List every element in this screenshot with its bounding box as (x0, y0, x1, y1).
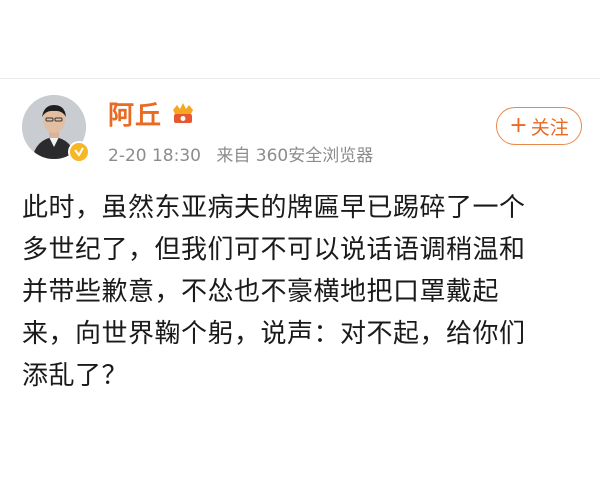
verified-badge-icon (68, 141, 90, 163)
top-divider (0, 78, 600, 79)
plus-icon: + (509, 113, 528, 138)
content-line: 添乱了？ (22, 361, 129, 391)
author-row: 阿丘 (108, 95, 196, 131)
post-meta: 2-20 18:30 来自 360安全浏览器 (108, 141, 383, 166)
avatar[interactable] (22, 95, 90, 163)
follow-button[interactable]: + 关注 (496, 107, 582, 145)
content-line: 来，向世界鞠个躬，说声：对不起，给你们 (22, 319, 526, 349)
weibo-post: 阿丘 2-20 18:30 来自 360安全浏览器 + 关注 此时，虽然东亚病夫… (22, 95, 582, 475)
vip-crown-icon[interactable] (170, 101, 196, 125)
content-line: 此时，虽然东亚病夫的牌匾早已踢碎了一个 (22, 193, 526, 223)
post-source: 来自 360安全浏览器 (216, 146, 374, 166)
content-line: 多世纪了，但我们可不可以说话语调稍温和 (22, 235, 526, 265)
post-time: 2-20 18:30 (108, 146, 201, 166)
follow-label: 关注 (530, 116, 569, 139)
author-name[interactable]: 阿丘 (108, 95, 162, 132)
post-header: 阿丘 2-20 18:30 来自 360安全浏览器 + 关注 (22, 95, 582, 175)
content-line: 并带些歉意，不怂也不豪横地把口罩戴起 (22, 277, 500, 307)
post-content: 此时，虽然东亚病夫的牌匾早已踢碎了一个 多世纪了，但我们可不可以说话语调稍温和 … (22, 187, 582, 397)
